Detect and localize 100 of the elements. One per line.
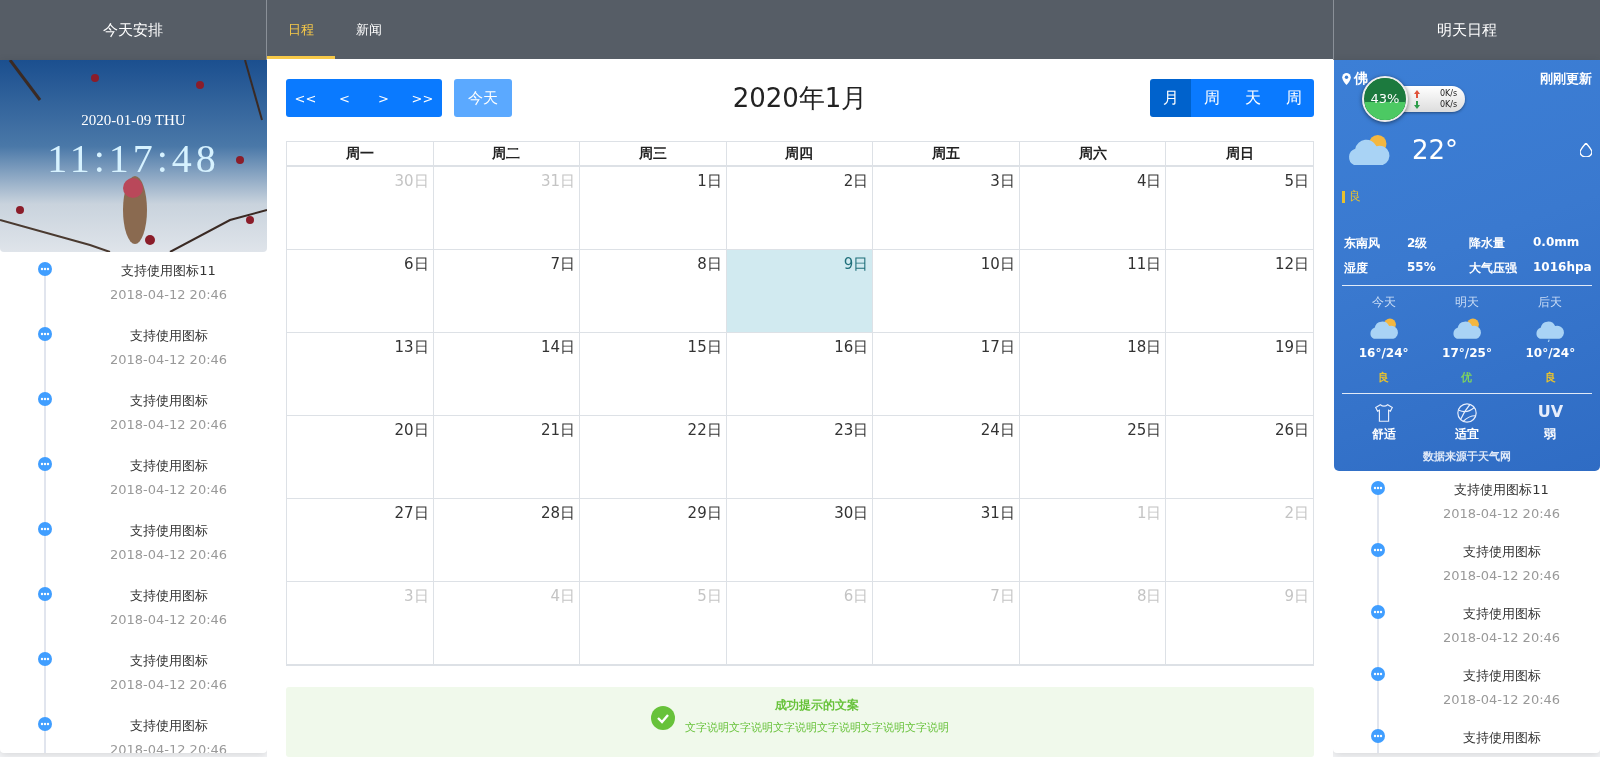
day-cell[interactable]: 20日 [287,416,434,499]
clock-time: 11:17:48 [47,135,220,182]
detail-label: 降水量 [1469,235,1506,252]
forecast-air-quality: 良 [1378,370,1390,386]
day-cell[interactable]: 30日 [726,499,874,582]
timeline-dot-icon [1371,605,1385,619]
detail-label: 东南风 [1344,235,1381,252]
timeline-dot-icon [38,587,52,601]
nav-button[interactable]: > [364,79,403,117]
timeline-dot-icon [38,392,52,406]
day-cell[interactable]: 11日 [1019,250,1167,333]
timeline-title: 支持使用图标 [129,327,208,345]
forecast-air-quality: 优 [1461,370,1473,386]
calendar-title: 2020年1月 [732,81,868,115]
day-cell[interactable]: 21日 [433,416,581,499]
timeline-dot-icon [38,262,52,276]
day-cell[interactable]: 6日 [287,250,434,333]
basketball-icon [1456,402,1478,425]
nav-button[interactable]: << [286,79,325,117]
detail-value: 1016hpa [1533,260,1592,276]
day-cell[interactable]: 23日 [726,416,874,499]
day-cell[interactable]: 22日 [580,416,727,499]
timeline-dot-icon [1371,481,1385,495]
day-cell[interactable]: 29日 [580,499,727,582]
temperature: 22° [1412,135,1460,165]
day-cell[interactable]: 25日 [1019,416,1167,499]
timeline-title: 支持使用图标 [1462,605,1541,623]
day-cell[interactable]: 28日 [433,499,581,582]
download-speed: 0K/s [1440,100,1458,109]
timeline-time: 2018-04-12 20:46 [109,547,228,562]
gauge-reading: 43% [1370,92,1400,106]
index-label: 适宜 [1455,426,1479,444]
timeline-title: 支持使用图标 [129,392,208,410]
nav-button[interactable]: < [325,79,364,117]
location-pin-icon [1342,73,1351,85]
shirt-icon [1372,402,1395,425]
view-button[interactable]: 周 [1273,79,1314,117]
timeline-dot-icon [38,457,52,471]
day-cell[interactable]: 16日 [726,333,874,416]
nav-button[interactable]: >> [403,79,442,117]
timeline-dot-icon [1371,667,1385,681]
air-quality: 良 [1349,188,1361,205]
day-cell[interactable]: 17日 [873,333,1020,416]
day-cell[interactable]: 7日 [433,250,581,333]
timeline-time: 2018-04-12 20:46 [1442,506,1561,521]
timeline-title: 支持使用图标 [129,457,208,475]
view-button[interactable]: 周 [1191,79,1232,117]
day-cell[interactable]: 15日 [580,333,727,416]
day-cell[interactable]: 10日 [873,250,1020,333]
day-cell[interactable]: 2日 [726,167,874,250]
view-button[interactable]: 天 [1232,79,1273,117]
data-source-note: 数据来源于天气网 [1422,449,1512,465]
detail-value: 0.0mm [1533,235,1581,251]
timeline-title: 支持使用图标 [129,587,208,605]
timeline-title: 支持使用图标11 [121,262,216,280]
upload-speed: 0K/s [1440,89,1458,98]
upload-arrow-icon [1414,89,1420,98]
timeline-time: 2018-04-12 20:46 [109,287,228,302]
day-cell[interactable]: 14日 [433,333,581,416]
detail-value: 55% [1407,260,1437,276]
day-cell[interactable]: 3日 [873,167,1020,250]
detail-label: 湿度 [1344,260,1369,277]
uv-label: UV [1537,402,1563,424]
timeline-time: 2018-04-12 20:46 [109,482,228,497]
alert-title: 成功提示的文案 [775,697,859,714]
day-cell[interactable]: 24日 [873,416,1020,499]
forecast-temperature: 10°/24° [1525,346,1576,361]
nav-tab[interactable]: 日程 [267,0,335,59]
timeline-dot-icon [38,717,52,731]
timeline-time: 2018-04-12 20:46 [1442,692,1561,707]
panel-title: 明天日程 [1333,0,1600,60]
day-cell[interactable]: 13日 [287,333,434,416]
timeline-title: 支持使用图标 [1462,729,1541,747]
day-cell[interactable]: 27日 [287,499,434,582]
clock-date: 2020-01-09 THU [81,112,186,129]
timeline-time: 2018-04-12 20:46 [109,352,228,367]
forecast-day: 明天 [1455,294,1479,311]
index-label: 舒适 [1371,426,1396,444]
timeline-time: 2018-04-12 20:46 [109,612,228,627]
timeline-title: 支持使用图标11 [1454,481,1549,499]
view-button[interactable]: 月 [1150,79,1191,117]
timeline-dot-icon [1371,543,1385,557]
day-cell[interactable]: 9日 [726,250,874,333]
day-cell[interactable]: 4日 [1019,167,1167,250]
day-cell[interactable]: 31日 [873,499,1020,582]
timeline-title: 支持使用图标 [1462,543,1541,561]
timeline-title: 支持使用图标 [129,652,208,670]
index-label: 弱 [1544,426,1557,444]
nav-tab[interactable]: 新闻 [335,0,403,59]
humidity-drop-icon [1580,143,1592,157]
day-cell[interactable]: 8日 [580,250,727,333]
success-check-icon [651,706,675,730]
day-cell[interactable]: 1日 [580,167,727,250]
timeline-dot-icon [38,652,52,666]
timeline-time: 2018-04-12 20:46 [109,417,228,432]
alert-description: 文字说明文字说明文字说明文字说明文字说明文字说明 [685,720,949,735]
download-arrow-icon [1414,100,1420,109]
day-cell[interactable]: 18日 [1019,333,1167,416]
forecast-day: 今天 [1371,294,1396,311]
panel-title: 今天安排 [0,0,267,60]
